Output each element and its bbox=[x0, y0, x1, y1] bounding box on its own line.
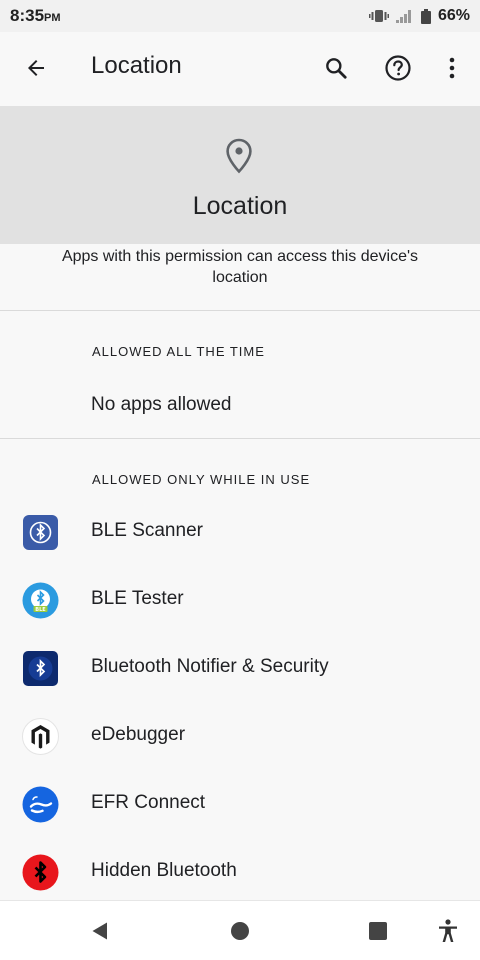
battery-icon bbox=[420, 8, 431, 24]
permission-description: Apps with this permission can access thi… bbox=[61, 248, 419, 286]
status-bar: 8:35PM 66% bbox=[0, 0, 480, 32]
nav-recents-button[interactable] bbox=[364, 917, 392, 945]
battery-percent: 66% bbox=[437, 7, 470, 24]
status-time-value: 8:35 bbox=[10, 6, 45, 25]
vibrate-icon bbox=[368, 10, 389, 22]
help-button[interactable] bbox=[376, 46, 420, 90]
app-item-ble-scanner[interactable]: BLE Scanner bbox=[0, 498, 480, 566]
app-label: BLE Scanner bbox=[91, 520, 203, 541]
app-item-efr-connect[interactable]: EFR Connect bbox=[0, 770, 480, 838]
location-pin-icon bbox=[226, 138, 252, 174]
nav-back-icon bbox=[92, 922, 107, 940]
permission-title: Location bbox=[192, 192, 288, 220]
section-header-all-the-time: ALLOWED ALL THE TIME bbox=[92, 344, 265, 359]
app-item-bluetooth-notifier[interactable]: Bluetooth Notifier & Security bbox=[0, 634, 480, 702]
app-item-hidden-bluetooth[interactable]: Hidden Bluetooth bbox=[0, 838, 480, 906]
more-vert-icon bbox=[449, 57, 455, 79]
app-bar: Location bbox=[0, 32, 480, 104]
search-icon bbox=[326, 58, 347, 79]
signal-icon bbox=[395, 10, 411, 23]
arrow-back-icon bbox=[28, 60, 44, 76]
app-item-edebugger[interactable]: eDebugger bbox=[0, 702, 480, 770]
back-button[interactable] bbox=[14, 46, 58, 90]
accessibility-button[interactable] bbox=[434, 917, 462, 945]
app-label: EFR Connect bbox=[91, 792, 206, 813]
app-label: BLE Tester bbox=[91, 588, 184, 609]
no-apps-allowed-text: No apps allowed bbox=[91, 394, 232, 415]
nav-back-button[interactable] bbox=[86, 917, 114, 945]
efr-connect-icon bbox=[22, 786, 59, 823]
app-label: Bluetooth Notifier & Security bbox=[91, 656, 329, 677]
more-options-button[interactable] bbox=[430, 46, 474, 90]
status-time-ampm: PM bbox=[44, 12, 61, 24]
status-time: 8:35PM bbox=[10, 6, 61, 26]
status-icons: 66% bbox=[368, 7, 470, 25]
help-icon bbox=[385, 55, 411, 81]
accessibility-icon bbox=[439, 919, 457, 942]
nav-home-icon bbox=[231, 922, 249, 940]
app-item-ble-tester[interactable]: BLE BLE Tester bbox=[0, 566, 480, 634]
system-navigation-bar bbox=[0, 900, 480, 960]
nav-recents-icon bbox=[369, 922, 387, 940]
divider bbox=[0, 438, 480, 439]
divider bbox=[0, 310, 480, 311]
nav-home-button[interactable] bbox=[226, 917, 254, 945]
ble-scanner-icon bbox=[23, 515, 58, 550]
ble-tester-icon: BLE bbox=[22, 582, 59, 619]
page-title: Location bbox=[91, 52, 182, 79]
svg-text:BLE: BLE bbox=[35, 607, 46, 613]
section-header-while-in-use: ALLOWED ONLY WHILE IN USE bbox=[92, 472, 311, 487]
edebugger-icon bbox=[22, 718, 59, 755]
bluetooth-notifier-icon bbox=[23, 651, 58, 686]
app-label: Hidden Bluetooth bbox=[91, 860, 237, 881]
permission-header: Location bbox=[0, 106, 480, 244]
app-label: eDebugger bbox=[91, 724, 186, 745]
search-button[interactable] bbox=[314, 46, 358, 90]
hidden-bluetooth-icon bbox=[22, 854, 59, 891]
